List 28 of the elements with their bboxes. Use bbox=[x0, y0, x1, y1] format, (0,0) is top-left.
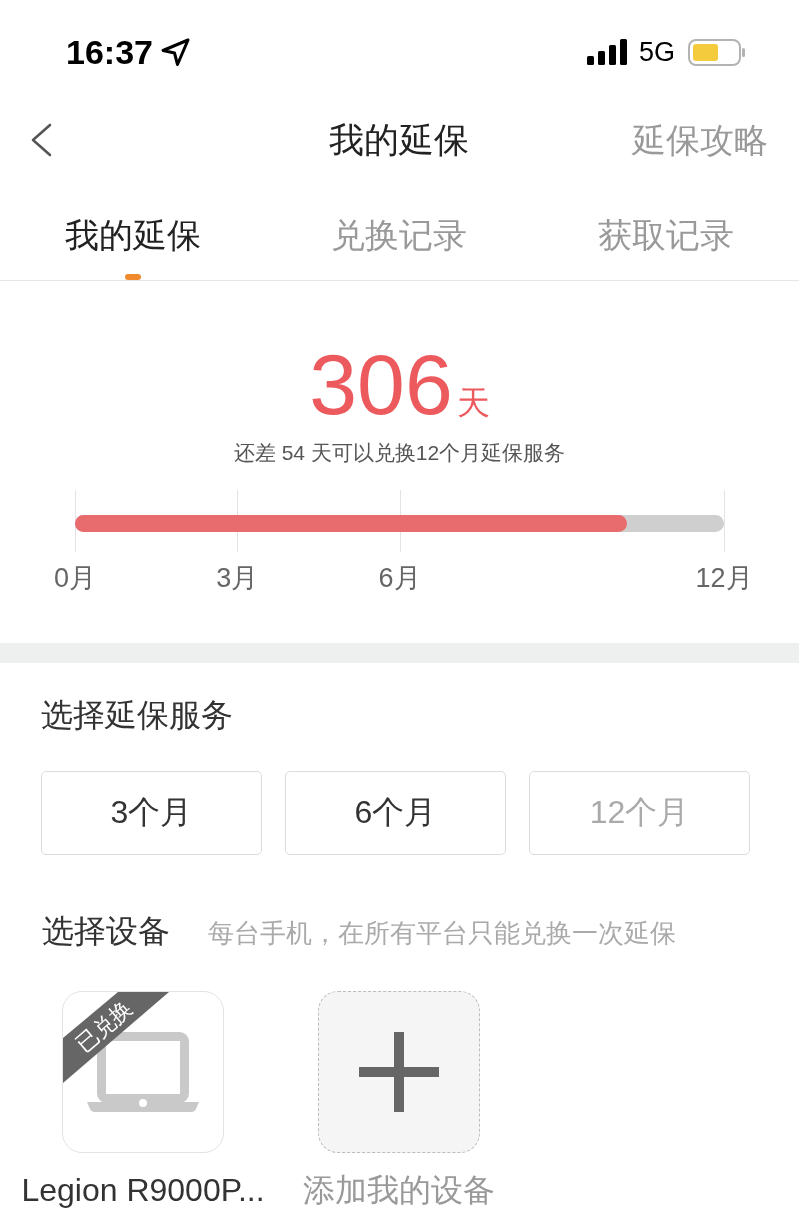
tab-indicator bbox=[125, 274, 142, 280]
plus-icon bbox=[359, 1032, 439, 1112]
duration-option[interactable]: 3个月 bbox=[41, 771, 262, 855]
device-card[interactable]: 已兑换 bbox=[62, 991, 224, 1153]
days-unit: 天 bbox=[456, 383, 490, 423]
add-device-label: 添加我的设备 bbox=[303, 1171, 495, 1209]
days-note: 还差 54 天可以兑换12个月延保服务 bbox=[233, 440, 566, 466]
days-count: 306 bbox=[309, 340, 453, 428]
tick-label: 0月 bbox=[54, 563, 96, 593]
redeemed-ribbon: 已兑换 bbox=[63, 992, 169, 1083]
status-time: 16:37 bbox=[66, 32, 153, 72]
section-title: 选择设备 bbox=[42, 913, 170, 949]
duration-option[interactable]: 6个月 bbox=[285, 771, 506, 855]
network-type: 5G bbox=[638, 37, 675, 67]
tab[interactable]: 我的延保 bbox=[0, 176, 267, 280]
page-title: 我的延保 bbox=[329, 119, 469, 161]
add-device-button[interactable] bbox=[318, 991, 480, 1153]
device-name: Legion R9000P... bbox=[21, 1171, 265, 1209]
device-hint: 每台手机，在所有平台只能兑换一次延保 bbox=[208, 917, 676, 950]
battery-icon bbox=[688, 38, 746, 66]
signal-icon bbox=[586, 39, 627, 65]
back-button[interactable] bbox=[30, 123, 53, 157]
chevron-left-icon bbox=[30, 123, 53, 157]
tick-label: 3月 bbox=[216, 563, 259, 593]
tick-label: 12月 bbox=[695, 563, 753, 593]
section-title: 选择延保服务 bbox=[41, 697, 233, 733]
location-arrow-icon bbox=[160, 37, 190, 67]
tick-label: 6月 bbox=[378, 563, 421, 593]
